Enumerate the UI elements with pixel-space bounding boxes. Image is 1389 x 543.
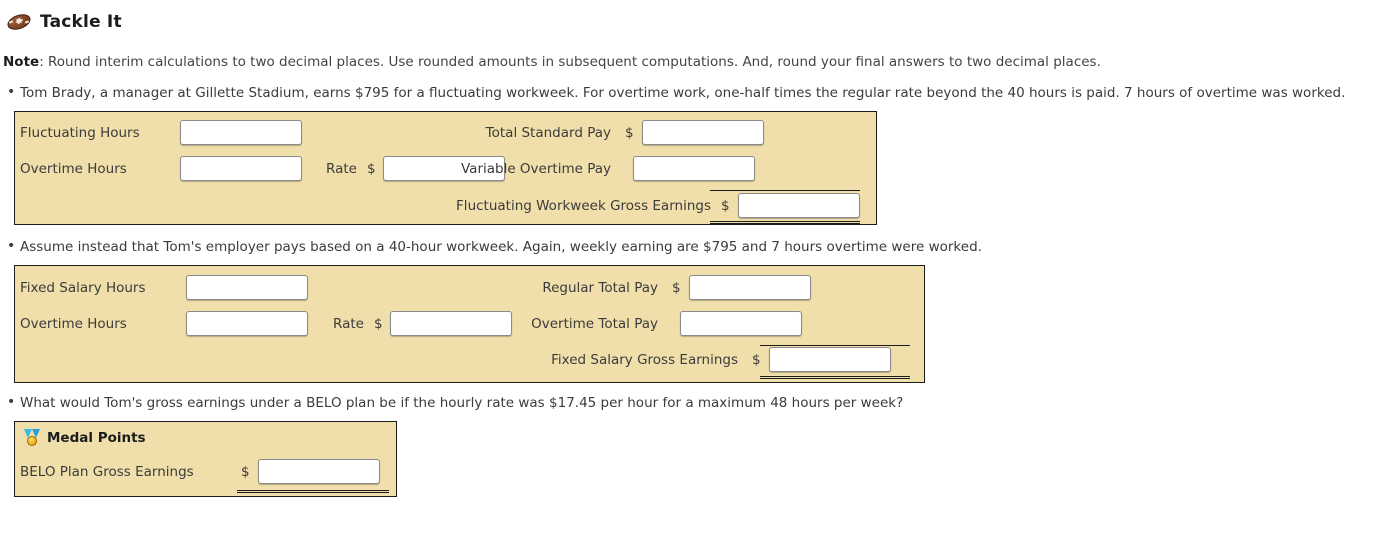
fixed-salary-panel: Fixed Salary Hours Overtime Hours Rate $… [14, 265, 925, 383]
medal-points-title-row: Medal Points [15, 422, 396, 447]
total-standard-pay-row: Total Standard Pay $ [415, 120, 764, 145]
subtotal-rule [710, 190, 860, 191]
rate-label: Rate [326, 160, 357, 177]
total-double-rule-2 [760, 376, 910, 379]
fluctuating-hours-input[interactable] [180, 120, 302, 145]
football-icon [5, 9, 33, 35]
overtime-total-pay-row: Overtime Total Pay [460, 311, 802, 336]
overtime-hours-row-2: Overtime Hours Rate $ [20, 311, 512, 336]
fixed-salary-gross-earnings-label: Fixed Salary Gross Earnings [551, 351, 738, 368]
medal-points-panel: Medal Points BELO Plan Gross Earnings $ [14, 421, 397, 497]
fluctuating-gross-earnings-label: Fluctuating Workweek Gross Earnings [456, 197, 711, 214]
note-line: Note: Round interim calculations to two … [0, 35, 1389, 70]
fixed-salary-hours-input[interactable] [186, 275, 308, 300]
question-2-text: Assume instead that Tom's employer pays … [0, 237, 1380, 257]
overtime-hours-input-2[interactable] [186, 311, 308, 336]
total-standard-pay-label: Total Standard Pay [485, 124, 611, 141]
belo-gross-earnings-input[interactable] [257, 459, 380, 484]
fluctuating-workweek-panel: Fluctuating Hours Overtime Hours Rate $ … [14, 111, 877, 225]
total-double-rule [710, 221, 860, 224]
fixed-salary-gross-earnings-row: Fixed Salary Gross Earnings $ [460, 347, 891, 372]
total-standard-pay-dollar-sign: $ [625, 124, 634, 141]
medal-icon [23, 429, 41, 447]
regular-total-pay-row: Regular Total Pay $ [460, 275, 811, 300]
overtime-total-pay-input[interactable] [680, 311, 802, 336]
fluctuating-hours-label: Fluctuating Hours [20, 124, 140, 141]
fluctuating-gross-earnings-dollar-sign: $ [721, 197, 730, 214]
fixed-salary-hours-label: Fixed Salary Hours [20, 279, 146, 296]
page-header: Tackle It [0, 0, 1389, 35]
variable-overtime-pay-row: Variable Overtime Pay [415, 156, 755, 181]
belo-gross-earnings-dollar-sign: $ [241, 463, 250, 480]
fluctuating-hours-row: Fluctuating Hours [20, 120, 302, 145]
fluctuating-gross-earnings-input[interactable] [737, 193, 860, 218]
belo-gross-earnings-label: BELO Plan Gross Earnings [20, 463, 194, 480]
variable-overtime-pay-input[interactable] [633, 156, 755, 181]
question-3-text: What would Tom's gross earnings under a … [0, 393, 1380, 413]
overtime-total-pay-label: Overtime Total Pay [531, 315, 658, 332]
regular-total-pay-input[interactable] [688, 275, 811, 300]
medal-points-title: Medal Points [47, 430, 146, 446]
overtime-hours-label-2: Overtime Hours [20, 315, 127, 332]
fixed-salary-hours-row: Fixed Salary Hours [20, 275, 308, 300]
note-text: : Round interim calculations to two deci… [39, 54, 1101, 70]
belo-gross-earnings-row: BELO Plan Gross Earnings $ [20, 459, 380, 484]
overtime-hours-input[interactable] [180, 156, 302, 181]
fluctuating-gross-earnings-row: Fluctuating Workweek Gross Earnings $ [415, 193, 860, 218]
page-title: Tackle It [40, 12, 122, 32]
fixed-salary-gross-earnings-input[interactable] [768, 347, 891, 372]
question-1-text: Tom Brady, a manager at Gillette Stadium… [0, 83, 1380, 103]
rate-label-2: Rate [333, 315, 364, 332]
note-label: Note [3, 54, 40, 70]
subtotal-rule-2 [760, 345, 910, 346]
variable-overtime-pay-label: Variable Overtime Pay [460, 160, 611, 177]
rate-dollar-sign: $ [366, 160, 376, 177]
belo-double-rule [237, 490, 389, 493]
regular-total-pay-label: Regular Total Pay [542, 279, 658, 296]
regular-total-pay-dollar-sign: $ [672, 279, 681, 296]
fixed-salary-gross-earnings-dollar-sign: $ [752, 351, 761, 368]
rate-dollar-sign-2: $ [373, 315, 383, 332]
overtime-hours-label: Overtime Hours [20, 160, 127, 177]
total-standard-pay-input[interactable] [641, 120, 764, 145]
